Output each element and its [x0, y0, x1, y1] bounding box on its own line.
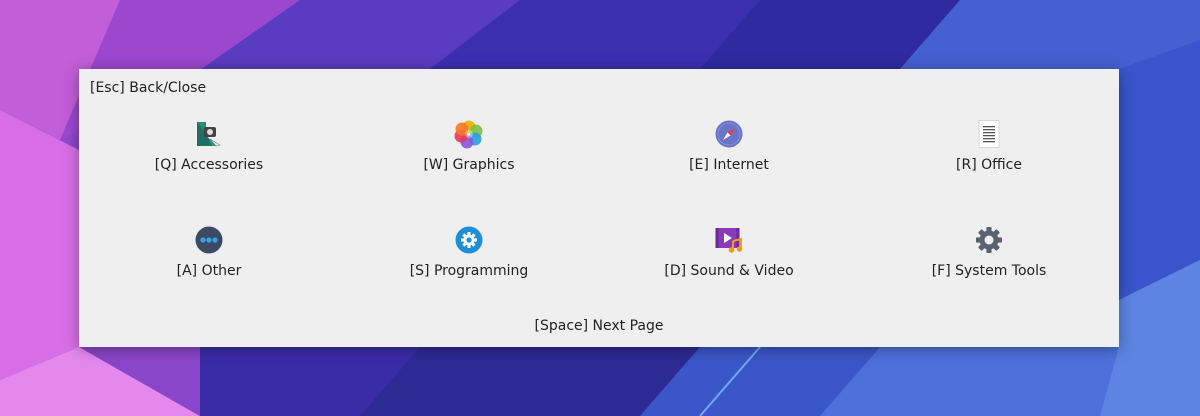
category-sound-video[interactable]: [D] Sound & Video: [599, 225, 859, 331]
application-menu-panel: [Esc] Back/Close [Q] Accessories [W] Gra…: [79, 69, 1119, 347]
esc-back-close-hint[interactable]: [Esc] Back/Close: [90, 80, 206, 96]
category-graphics[interactable]: [W] Graphics: [339, 119, 599, 225]
category-label: [F] System Tools: [931, 263, 1047, 279]
category-system-tools[interactable]: [F] System Tools: [859, 225, 1119, 331]
category-label: [R] Office: [956, 157, 1022, 173]
category-label: [E] Internet: [689, 157, 769, 173]
category-label: [A] Other: [176, 263, 242, 279]
category-programming[interactable]: [S] Programming: [339, 225, 599, 331]
desktop: [Esc] Back/Close [Q] Accessories [W] Gra…: [0, 0, 1200, 416]
category-label: [S] Programming: [409, 263, 529, 279]
category-label: [D] Sound & Video: [664, 263, 794, 279]
category-label: [Q] Accessories: [154, 157, 264, 173]
office-icon: [978, 120, 1000, 148]
internet-icon: [715, 120, 743, 148]
graphics-icon: [454, 120, 483, 149]
space-next-page-hint[interactable]: [Space] Next Page: [79, 318, 1119, 334]
category-internet[interactable]: [E] Internet: [599, 119, 859, 225]
category-other[interactable]: [A] Other: [79, 225, 339, 331]
category-label: [W] Graphics: [423, 157, 515, 173]
system-tools-icon: [976, 227, 1002, 253]
programming-icon: [455, 226, 483, 254]
category-office[interactable]: [R] Office: [859, 119, 1119, 225]
accessories-icon: [197, 122, 221, 147]
sound-video-icon: [715, 228, 743, 253]
category-accessories[interactable]: [Q] Accessories: [79, 119, 339, 225]
category-grid: [Q] Accessories [W] Graphics [E] Interne…: [79, 119, 1119, 331]
other-icon: [195, 226, 223, 254]
